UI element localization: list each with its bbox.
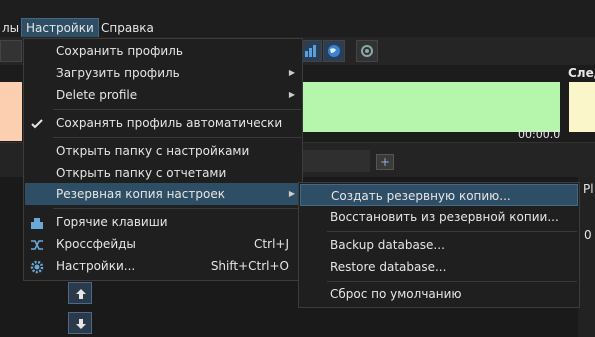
menu-separator bbox=[53, 109, 301, 110]
move-down-icon[interactable] bbox=[68, 312, 92, 334]
menu-item-load-profile[interactable]: Загрузить профиль ▶ bbox=[25, 62, 301, 84]
next-track-panel bbox=[569, 82, 595, 132]
add-tab-button[interactable]: + bbox=[376, 154, 394, 170]
menu-item-label: Сохранять профиль автоматически bbox=[56, 116, 283, 130]
bar-chart-icon[interactable] bbox=[300, 40, 322, 62]
menu-item-label: Backup database... bbox=[330, 238, 445, 252]
gear-icon bbox=[30, 259, 44, 274]
menu-item-shortcut: Ctrl+J bbox=[254, 237, 289, 251]
menu-item-label: Горячие клавиши bbox=[56, 215, 168, 229]
menu-item-label: Delete profile bbox=[56, 88, 138, 102]
menubar-item-settings[interactable]: Настройки bbox=[21, 18, 99, 38]
cell-value: 0 bbox=[584, 228, 592, 242]
menu-item-label: Восстановить из резервной копии... bbox=[330, 210, 559, 224]
backup-submenu: Создать резервную копию... Восстановить … bbox=[298, 182, 580, 308]
menu-item-label: Открыть папку с отчетами bbox=[56, 166, 227, 180]
menu-item-open-settings-folder[interactable]: Открыть папку с настройками bbox=[25, 140, 301, 162]
menu-item-crossfades[interactable]: Кроссфейды Ctrl+J bbox=[25, 233, 301, 255]
submenu-item-create-backup[interactable]: Создать резервную копию... bbox=[300, 184, 578, 206]
menu-item-open-reports-folder[interactable]: Открыть папку с отчетами bbox=[25, 162, 301, 184]
menu-separator bbox=[327, 281, 577, 282]
menu-separator bbox=[53, 137, 301, 138]
menu-item-label: Резервная копия настроек bbox=[56, 187, 225, 201]
menu-bar: лы Настройки Справка bbox=[0, 0, 595, 38]
current-track-panel bbox=[300, 82, 560, 132]
player-panel-partial bbox=[0, 82, 22, 141]
playlist-column bbox=[578, 177, 595, 337]
hotkeys-icon bbox=[30, 215, 44, 229]
move-up-icon[interactable] bbox=[68, 282, 92, 304]
checkmark-icon bbox=[30, 116, 44, 130]
crossfade-icon bbox=[30, 237, 44, 251]
time-display: 00:00.0 bbox=[518, 128, 561, 141]
menu-item-settings[interactable]: Настройки... Shift+Ctrl+O bbox=[25, 255, 301, 277]
settings-icon[interactable] bbox=[356, 40, 378, 62]
menu-separator bbox=[53, 208, 301, 209]
column-header: Pl bbox=[583, 182, 594, 196]
submenu-item-restore-backup[interactable]: Восстановить из резервной копии... bbox=[300, 206, 578, 228]
menu-item-label: Restore database... bbox=[330, 260, 447, 274]
menu-item-label: Открыть папку с настройками bbox=[56, 144, 250, 158]
menu-item-label: Загрузить профиль bbox=[56, 66, 180, 80]
menu-item-save-profile[interactable]: Сохранить профиль bbox=[25, 40, 301, 62]
submenu-item-restore-database[interactable]: Restore database... bbox=[300, 256, 578, 278]
menu-item-label: Сохранить профиль bbox=[56, 44, 183, 58]
menu-item-label: Создать резервную копию... bbox=[331, 189, 511, 203]
globe-icon[interactable] bbox=[323, 40, 345, 62]
menubar-item-help[interactable]: Справка bbox=[97, 19, 158, 37]
next-label: След bbox=[568, 66, 595, 80]
menu-separator bbox=[327, 231, 577, 232]
submenu-arrow-icon: ▶ bbox=[288, 90, 295, 99]
menu-item-autosave-profile[interactable]: Сохранять профиль автоматически bbox=[25, 112, 301, 134]
menu-item-hotkeys[interactable]: Горячие клавиши bbox=[25, 211, 301, 233]
menu-item-shortcut: Shift+Ctrl+O bbox=[210, 259, 289, 273]
menubar-item-partial[interactable]: лы bbox=[0, 19, 23, 37]
submenu-arrow-icon: ▶ bbox=[288, 189, 295, 198]
toolbar-button[interactable] bbox=[0, 40, 22, 62]
menu-item-label: Настройки... bbox=[56, 259, 136, 273]
menu-item-label: Кроссфейды bbox=[56, 237, 136, 251]
menu-item-backup-settings[interactable]: Резервная копия настроек ▶ bbox=[25, 183, 301, 205]
submenu-arrow-icon: ▶ bbox=[288, 68, 295, 77]
submenu-item-backup-database[interactable]: Backup database... bbox=[300, 234, 578, 256]
settings-menu: Сохранить профиль Загрузить профиль ▶ De… bbox=[23, 38, 303, 281]
menu-item-label: Сброс по умолчанию bbox=[330, 287, 462, 301]
menu-item-delete-profile[interactable]: Delete profile ▶ bbox=[25, 84, 301, 106]
submenu-item-reset-defaults[interactable]: Сброс по умолчанию bbox=[300, 283, 578, 305]
